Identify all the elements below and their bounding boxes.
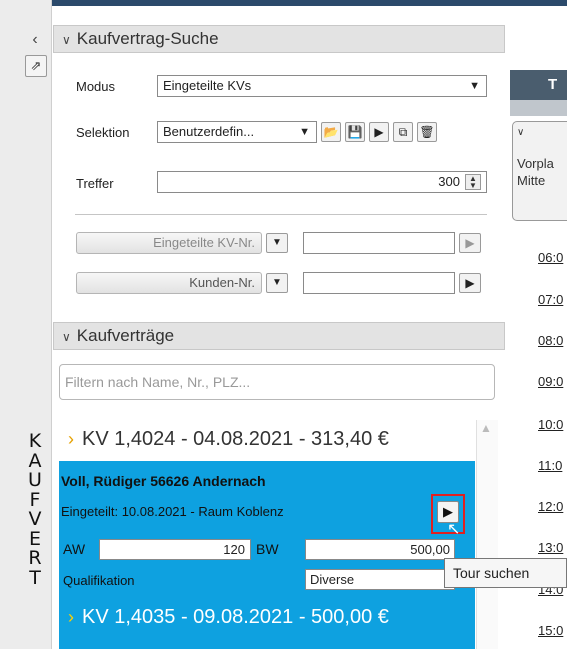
chevron-down-icon: ∨	[62, 330, 71, 344]
time-slot[interactable]: 07:0	[538, 292, 563, 307]
kunden-button[interactable]: Kunden-Nr.	[76, 272, 262, 294]
modus-select[interactable]: Eingeteilte KVs ▼	[157, 75, 487, 97]
list-item[interactable]: › KV 1,4024 - 04.08.2021 - 313,40 €	[68, 428, 389, 451]
chevron-down-icon[interactable]: ▼	[266, 233, 288, 253]
chevron-down-icon: ∨	[517, 127, 525, 138]
kvnr-input[interactable]	[303, 232, 455, 254]
folder-open-icon[interactable]: 📂	[321, 122, 341, 142]
divider	[75, 214, 487, 215]
time-slot[interactable]: 09:0	[538, 374, 563, 389]
qualification-label: Qualifikation	[63, 573, 135, 588]
selektion-select[interactable]: Benutzerdefin... ▼	[157, 121, 317, 143]
save-icon[interactable]: 💾	[345, 122, 365, 142]
list-item[interactable]: › KV 1,4035 - 09.08.2021 - 500,00 €	[68, 606, 389, 629]
bw-label: BW	[256, 541, 279, 557]
chevron-down-icon: ▼	[469, 80, 480, 92]
spinner-icon[interactable]: ▲ ▼	[465, 174, 481, 190]
treffer-input[interactable]: 300	[157, 171, 487, 193]
delete-icon[interactable]: 🗑	[417, 122, 437, 142]
modus-label: Modus	[76, 79, 116, 94]
calendar-card[interactable]: ∨ Vorpla Mitte	[512, 121, 567, 221]
assignment-text: Eingeteilt: 10.08.2021 - Raum Koblenz	[61, 504, 284, 519]
scroll-up-icon[interactable]: ▲	[480, 421, 492, 435]
qualification-select[interactable]: Diverse	[305, 569, 455, 590]
aw-label: AW	[63, 541, 86, 557]
kvnr-button[interactable]: Eingeteilte KV-Nr.	[76, 232, 262, 254]
treffer-label: Treffer	[76, 176, 114, 191]
scrollbar[interactable]	[476, 420, 498, 649]
time-slot[interactable]: 15:0	[538, 623, 563, 638]
filter-input[interactable]: Filtern nach Name, Nr., PLZ...	[59, 364, 495, 400]
selektion-label: Selektion	[76, 125, 130, 140]
vertical-panel-title: K A U F V E R T	[28, 430, 42, 589]
section-header-contracts[interactable]: ∨ Kaufverträge	[53, 322, 505, 350]
play-icon[interactable]: ▶	[459, 233, 481, 253]
chevron-down-icon: ▼	[299, 126, 310, 138]
time-slot[interactable]: 10:0	[538, 417, 563, 432]
export-icon[interactable]: ⇗	[25, 55, 47, 77]
aw-input[interactable]: 120	[99, 539, 251, 560]
calendar-subheader	[510, 100, 567, 116]
time-slot[interactable]: 12:0	[538, 499, 563, 514]
top-border	[0, 0, 567, 6]
chevron-right-icon: ›	[68, 607, 74, 627]
time-slot[interactable]: 13:0	[538, 540, 563, 555]
chevron-down-icon[interactable]: ▼	[266, 273, 288, 293]
play-icon[interactable]: ▶	[369, 122, 389, 142]
time-slot[interactable]: 06:0	[538, 250, 563, 265]
time-slot[interactable]: 08:0	[538, 333, 563, 348]
customer-name: Voll, Rüdiger 56626 Andernach	[61, 473, 266, 489]
section-header-search[interactable]: ∨ Kaufvertrag-Suche	[53, 25, 505, 53]
selected-contract-card[interactable]: Voll, Rüdiger 56626 Andernach Eingeteilt…	[59, 461, 475, 649]
bw-input[interactable]: 500,00	[305, 539, 455, 560]
cursor-icon: ↖	[447, 521, 461, 538]
collapse-panel-button[interactable]: ‹	[24, 28, 46, 52]
time-slot[interactable]: 11:0	[538, 458, 562, 473]
kunden-input[interactable]	[303, 272, 455, 294]
chevron-right-icon: ›	[68, 429, 74, 449]
play-icon[interactable]: ▶	[459, 273, 481, 293]
tooltip: Tour suchen	[444, 558, 567, 588]
copy-icon[interactable]: ⧉	[393, 122, 413, 142]
chevron-down-icon: ∨	[62, 33, 71, 47]
